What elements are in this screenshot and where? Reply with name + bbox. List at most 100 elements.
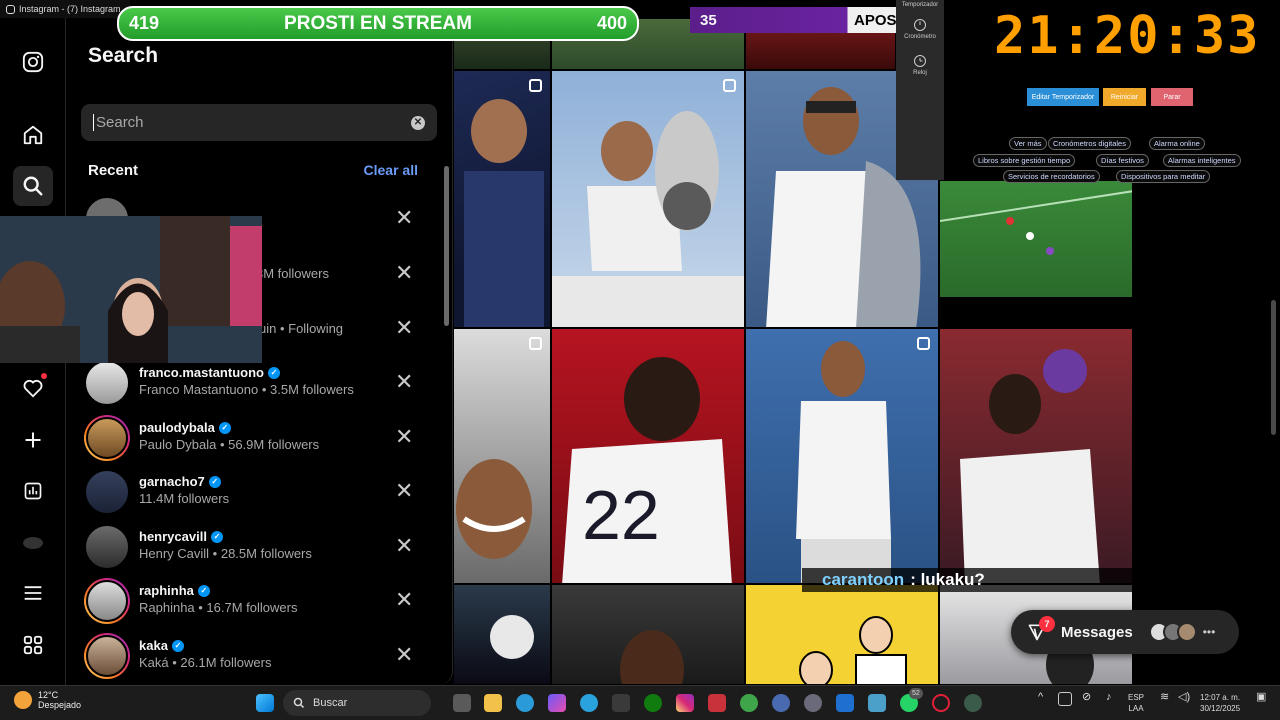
list-item-subtitle: 3M followers [256,266,329,281]
search-input[interactable] [93,114,411,131]
wifi-icon[interactable]: ≋ [1160,692,1169,703]
task-view-icon[interactable] [453,694,471,712]
notifications-icon[interactable]: ▣ [1256,692,1266,703]
clock[interactable]: 12:07 a. m. 30/12/2025 [1200,692,1240,714]
chrome-icon[interactable] [740,694,758,712]
edge-icon[interactable] [516,694,534,712]
post-thumbnail[interactable]: 22 [551,328,745,584]
tray-app-icon[interactable] [1058,692,1072,706]
page-scrollbar[interactable] [1271,300,1276,435]
store-icon[interactable] [612,694,630,712]
remove-recent-icon[interactable]: ✕ [395,317,413,339]
restart-button[interactable]: Reiniciar [1103,88,1146,106]
app-icon[interactable] [964,694,982,712]
remove-recent-icon[interactable]: ✕ [395,262,413,284]
verified-badge-icon: ✓ [267,366,280,379]
scrollbar-thumb[interactable] [444,166,449,326]
remove-recent-icon[interactable]: ✕ [395,371,413,393]
stopwatch-tab[interactable]: Cronómetro [896,34,944,40]
weather-condition: Despejado [38,700,82,710]
timer-link[interactable]: Alarmas inteligentes [1163,154,1241,167]
weather-widget[interactable]: 12°C Despejado [14,690,81,710]
post-thumbnail[interactable] [551,70,745,328]
camera-off-icon[interactable]: ⊘ [1082,692,1091,703]
instagram-taskbar-icon[interactable] [676,694,694,712]
language-indicator[interactable]: ESP LAA [1128,692,1144,714]
timer-link[interactable]: Dispositivos para meditar [1116,170,1211,183]
timer-sidebar: Temporizador Cronómetro Reloj [896,0,944,180]
edit-timer-button[interactable]: Editar Temporizador [1027,88,1099,106]
stream-title: PROSTI EN STREAM [284,12,472,34]
list-item[interactable]: paulodybala ✓ Paulo Dybala • 56.9M follow… [66,411,436,465]
profile-avatar-icon[interactable] [13,523,53,563]
post-thumbnail[interactable] [939,328,1133,584]
settings-gear-icon[interactable] [804,694,822,712]
notifications-heart-icon[interactable] [13,368,53,408]
dashboard-icon[interactable] [13,471,53,511]
remote-desktop-icon[interactable] [868,694,886,712]
multi-post-icon [723,79,736,92]
create-icon[interactable] [13,420,53,460]
post-thumbnail[interactable] [551,584,745,685]
post-thumbnail[interactable] [453,328,551,584]
timer-link[interactable]: Alarma online [1149,137,1205,150]
timer-link[interactable]: Días festivos [1096,154,1149,167]
post-thumbnail[interactable] [939,180,1133,298]
file-explorer-icon[interactable] [484,694,502,712]
clock-tab[interactable]: Reloj [896,70,944,76]
xbox-icon[interactable] [644,694,662,712]
show-hidden-icons-icon[interactable]: ^ [1038,692,1043,703]
taskbar-search[interactable]: Buscar [283,690,431,716]
opera-icon[interactable] [932,694,950,712]
multi-post-icon [529,79,542,92]
wps-icon[interactable] [708,694,726,712]
remove-recent-icon[interactable]: ✕ [395,644,413,666]
post-thumbnail[interactable] [453,70,551,328]
window-title: Instagram - (7) Instagram [19,4,121,14]
home-icon[interactable] [13,115,53,155]
list-item[interactable]: franco.mastantuono ✓ Franco Mastantuono •… [66,356,436,410]
timer-link[interactable]: Cronómetros digitales [1048,137,1131,150]
post-thumbnail[interactable] [453,584,551,685]
post-thumbnail[interactable] [745,584,939,685]
timer-link[interactable]: Libros sobre gestión tiempo [973,154,1076,167]
list-item[interactable]: kaka ✓ Kaká • 26.1M followers ✕ [66,629,436,683]
microphone-icon[interactable]: ♪ [1106,692,1112,703]
copilot-icon[interactable] [548,694,566,712]
list-item[interactable]: henrycavill ✓ Henry Cavill • 28.5M follow… [66,520,436,574]
remove-recent-icon[interactable]: ✕ [395,207,413,229]
windows-start-icon[interactable] [256,694,274,712]
remove-recent-icon[interactable]: ✕ [395,589,413,611]
more-menu-icon[interactable] [13,573,53,613]
verified-badge-icon: ✓ [208,475,221,488]
scrollbar[interactable] [442,158,450,678]
more-icon: ••• [1202,625,1216,639]
messages-button[interactable]: 7 Messages ••• [1011,610,1239,654]
search-icon[interactable] [13,166,53,206]
remove-recent-icon[interactable]: ✕ [395,535,413,557]
avatar [84,360,130,406]
timer-link[interactable]: Servicios de recordatorios [1003,170,1100,183]
multi-post-icon [529,337,542,350]
timer-tab-label[interactable]: Temporizador [896,0,944,8]
telegram-icon[interactable] [580,694,598,712]
list-item-username: franco.mastantuono ✓ [139,365,280,380]
remove-recent-icon[interactable]: ✕ [395,426,413,448]
list-item[interactable]: garnacho7 ✓ 11.4M followers ✕ [66,465,436,519]
chat-username: carantoon [822,570,905,589]
volume-icon[interactable]: ◁) [1178,692,1190,703]
left-score: 419 [129,13,160,33]
list-item[interactable]: raphinha ✓ Raphinha • 16.7M followers ✕ [66,574,436,628]
search-box[interactable]: ✕ [81,104,437,141]
avatar [84,469,130,515]
clear-search-icon[interactable]: ✕ [411,115,425,130]
clear-all-link[interactable]: Clear all [364,162,418,178]
steam-icon[interactable] [772,694,790,712]
stop-button[interactable]: Parar [1151,88,1193,106]
also-from-meta-icon[interactable] [13,625,53,665]
defender-icon[interactable] [836,694,854,712]
timer-link[interactable]: Ver más [1009,137,1047,150]
post-thumbnail[interactable] [745,328,939,584]
instagram-logo-icon[interactable] [13,42,53,82]
remove-recent-icon[interactable]: ✕ [395,480,413,502]
